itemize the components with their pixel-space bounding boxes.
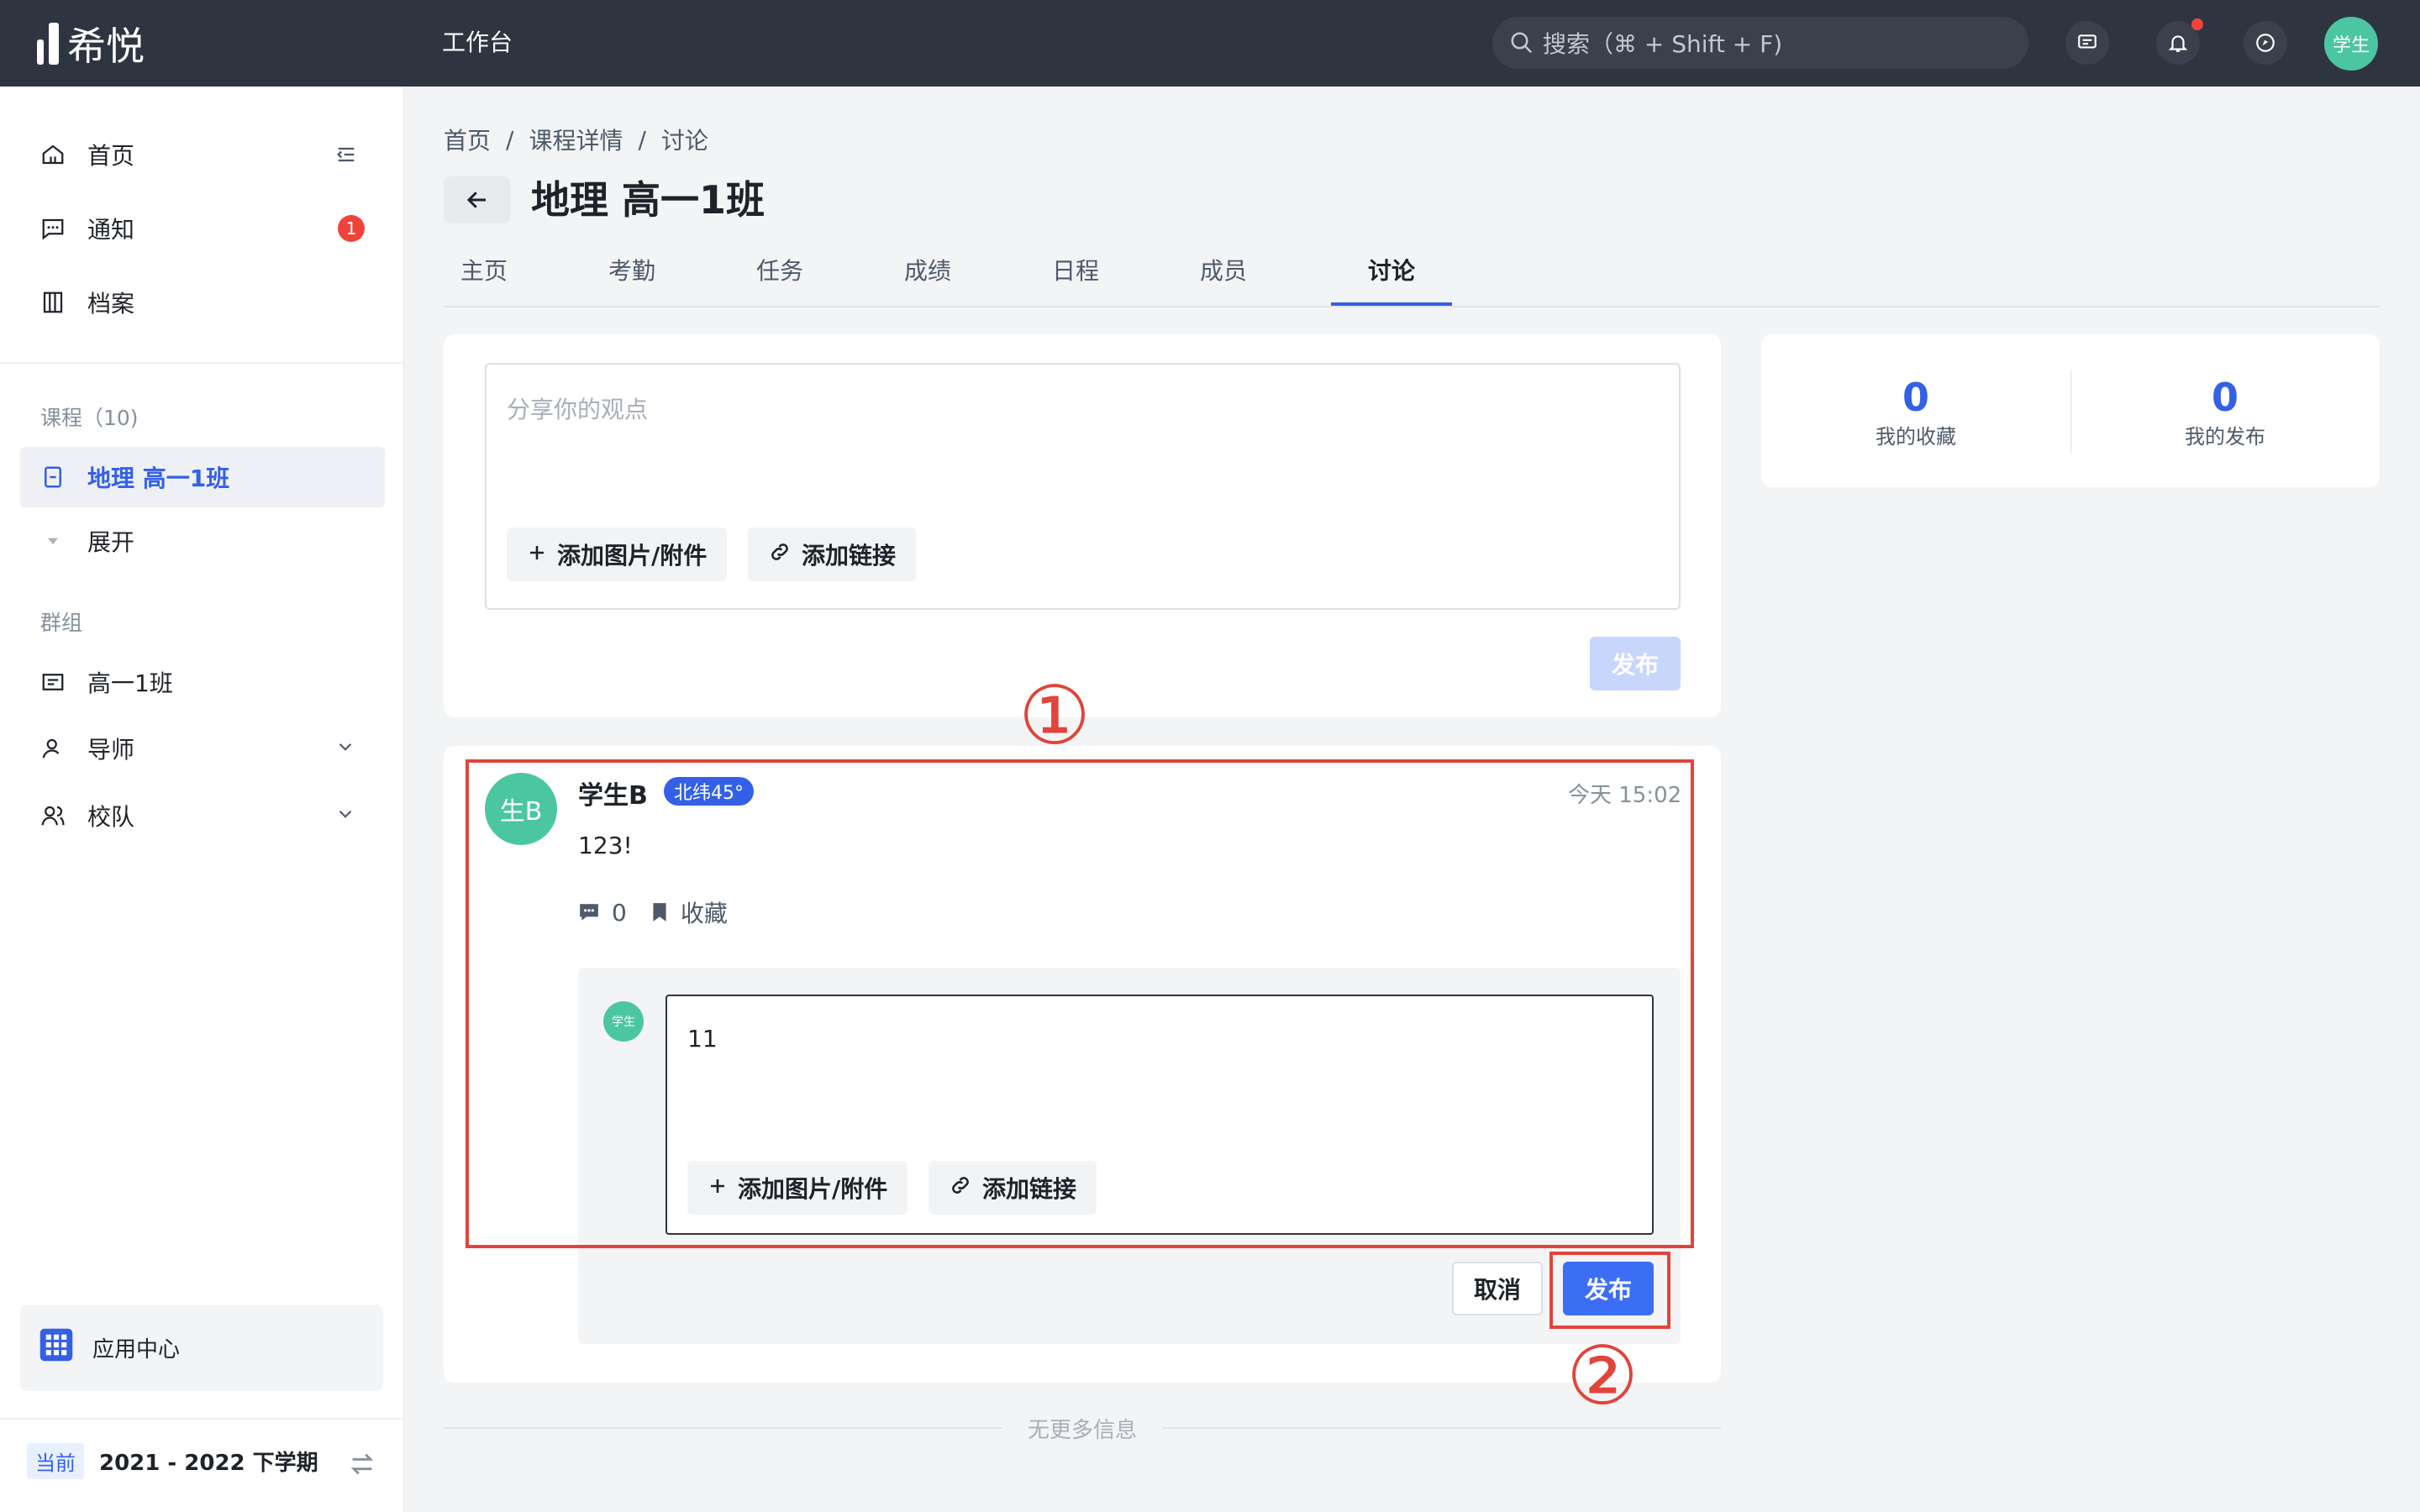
team-icon — [39, 801, 67, 830]
no-more-text: 无更多信息 — [1028, 1417, 1138, 1443]
workbench-link[interactable]: 工作台 — [442, 25, 513, 60]
tab-home[interactable]: 主页 — [457, 252, 511, 306]
chevron-down-icon[interactable] — [334, 736, 356, 761]
favorites-count: 0 — [1902, 375, 1929, 420]
sidebar-item-label: 导师 — [87, 736, 135, 764]
term-label: 2021 - 2022 下学期 — [99, 1451, 318, 1476]
back-button[interactable] — [444, 176, 511, 223]
add-attachment-button[interactable]: 添加图片/附件 — [507, 528, 728, 581]
sidebar-item-label: 校队 — [87, 803, 135, 831]
sidebar-item-team[interactable]: 校队 — [20, 785, 385, 846]
breadcrumb-discussion: 讨论 — [660, 127, 708, 155]
composer-placeholder: 分享你的观点 — [507, 396, 649, 423]
divider-line — [444, 1427, 1002, 1429]
favorites-stat[interactable]: 0 我的收藏 — [1761, 375, 2070, 449]
sidebar-item-notice[interactable]: 通知 — [20, 198, 385, 259]
app-center-button[interactable]: 应用中心 — [20, 1305, 383, 1391]
logo-text: 希悦 — [67, 24, 145, 69]
breadcrumb-separator: / — [506, 125, 514, 154]
tab-members[interactable]: 成员 — [1197, 252, 1250, 306]
sidebar-item-group[interactable]: 高一1班 — [20, 652, 385, 712]
search-input[interactable]: 搜索（⌘ + Shift + F) — [1492, 17, 2028, 69]
annotation-box-1 — [466, 759, 1694, 1248]
top-bar — [0, 0, 2420, 87]
tab-bar: 主页 考勤 任务 成绩 日程 成员 讨论 — [444, 252, 2380, 307]
grid-icon — [39, 1327, 74, 1368]
notice-count-badge: 1 — [338, 215, 365, 242]
sidebar-item-label: 通知 — [87, 216, 135, 244]
class-icon — [39, 668, 67, 696]
tab-schedule[interactable]: 日程 — [1049, 252, 1102, 306]
message-button[interactable] — [2065, 21, 2109, 65]
sidebar-expand[interactable]: 展开 — [20, 511, 385, 571]
search-icon — [1511, 32, 1533, 54]
tab-tasks[interactable]: 任务 — [753, 252, 807, 306]
breadcrumb-home[interactable]: 首页 — [444, 123, 491, 156]
sidebar-divider — [0, 362, 404, 364]
caret-down-icon — [39, 527, 67, 555]
favorites-label: 我的收藏 — [1876, 425, 1956, 449]
sidebar-item-label: 地理 高一1班 — [87, 465, 230, 492]
term-selector[interactable]: 当前 2021 - 2022 下学期 — [27, 1443, 318, 1479]
help-button[interactable] — [2244, 21, 2287, 65]
sidebar-item-archive[interactable]: 档案 — [20, 272, 385, 333]
bell-icon — [2168, 35, 2188, 52]
divider-line — [1162, 1427, 1722, 1429]
courses-header: 课程（10) — [40, 406, 139, 430]
collapse-sidebar-icon[interactable] — [334, 143, 358, 170]
add-link-label: 添加链接 — [802, 542, 897, 570]
user-icon — [39, 734, 67, 763]
sidebar-item-label: 展开 — [87, 528, 135, 556]
link-icon — [768, 540, 792, 570]
book-icon — [39, 463, 67, 491]
app-logo[interactable]: 希悦 — [37, 18, 145, 69]
annotation-box-2 — [1549, 1252, 1670, 1329]
add-attachment-label: 添加图片/附件 — [557, 542, 708, 570]
sidebar-item-mentor[interactable]: 导师 — [20, 718, 385, 779]
breadcrumb-separator: / — [638, 125, 646, 154]
posts-label: 我的发布 — [2185, 425, 2265, 449]
sidebar-divider — [0, 1418, 404, 1420]
sidebar-item-course[interactable]: 地理 高一1班 — [20, 447, 385, 507]
posts-stat[interactable]: 0 我的发布 — [2070, 375, 2380, 449]
compass-icon — [2256, 34, 2275, 52]
chevron-down-icon[interactable] — [334, 803, 356, 828]
term-badge: 当前 — [27, 1443, 84, 1479]
logo-icon — [37, 23, 59, 65]
search-placeholder: 搜索（⌘ + Shift + F) — [1543, 30, 1783, 58]
breadcrumb-course-detail[interactable]: 课程详情 — [529, 123, 623, 156]
plus-icon — [527, 541, 547, 569]
annotation-label-1: ① — [1018, 669, 1092, 763]
tab-attendance[interactable]: 考勤 — [605, 252, 659, 306]
reply-cancel-button[interactable]: 取消 — [1452, 1262, 1543, 1315]
add-link-button[interactable]: 添加链接 — [748, 528, 917, 581]
sidebar-item-home[interactable]: 首页 — [20, 124, 385, 185]
app-center-label: 应用中心 — [92, 1337, 181, 1362]
posts-count: 0 — [2211, 375, 2238, 420]
sidebar-item-label: 首页 — [87, 142, 135, 170]
chat-icon — [39, 214, 67, 243]
archive-icon — [39, 288, 67, 317]
home-icon — [39, 140, 67, 169]
message-icon — [2078, 34, 2096, 49]
stats-card: 0 我的收藏 0 我的发布 — [1761, 334, 2380, 487]
arrow-left-icon — [466, 192, 486, 208]
publish-button-disabled[interactable]: 发布 — [1590, 637, 1681, 690]
sidebar-item-label: 高一1班 — [87, 669, 173, 697]
annotation-label-2: ② — [1566, 1329, 1639, 1423]
tab-grades[interactable]: 成绩 — [901, 252, 955, 306]
user-avatar[interactable]: 学生 — [2324, 17, 2378, 71]
groups-header: 群组 — [40, 611, 83, 635]
sidebar-item-label: 档案 — [87, 290, 135, 318]
switch-icon[interactable] — [348, 1450, 376, 1482]
no-more-divider: 无更多信息 — [444, 1411, 1722, 1445]
page-title: 地理 高一1班 — [531, 177, 765, 223]
notification-dot — [2191, 18, 2203, 30]
breadcrumb: 首页 / 课程详情 / 讨论 — [444, 123, 708, 156]
tab-discussion[interactable]: 讨论 — [1331, 252, 1452, 306]
